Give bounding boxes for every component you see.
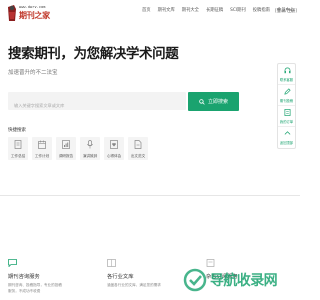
nav-item-library[interactable]: 期刊文库 <box>158 8 175 14</box>
search-icon <box>199 98 205 105</box>
float-item-submit[interactable]: 期刊投稿 <box>278 85 295 106</box>
header: www.dwrv.com 期刊之家 首页 期刊文库 期刊大全 长期征稿 SCI期… <box>0 0 300 28</box>
float-item-service[interactable]: 联系客服 <box>278 64 295 85</box>
search-button[interactable]: 立即搜索 <box>188 92 239 111</box>
book-icon <box>107 259 116 267</box>
hero-subtitle: 加速晋升的不二法宝 <box>8 70 58 76</box>
nav-item-calls[interactable]: 长期征稿 <box>206 8 223 14</box>
float-item-label: 返回顶部 <box>279 141 294 145</box>
watermark-text: 导航收录网 <box>210 273 278 289</box>
watermark-logo-icon <box>183 268 207 292</box>
report-icon <box>62 140 70 149</box>
file-icon <box>134 140 142 149</box>
quick-search-list: 工作总结 工作计划 调研报告 演讲致辞 心得体会 出文范文 <box>8 137 148 160</box>
hero-title: 搜索期刊，为您解决学术问题 <box>8 46 179 62</box>
floating-toolbar: 联系客服 期刊投稿 我的订单 返回顶部 <box>277 63 296 149</box>
quick-item-label: 出文范文 <box>130 154 146 158</box>
pen-icon <box>284 88 291 95</box>
card-desc-library: 涵盖各行业的文库，满足您的需求 <box>107 283 161 287</box>
float-item-label: 期刊投稿 <box>279 99 294 103</box>
quick-item-reflections[interactable]: 心得体会 <box>104 137 124 160</box>
float-item-label: 联系客服 <box>279 78 294 82</box>
logo-domain: www.dwrv.com <box>19 5 46 9</box>
nav-item-home[interactable]: 首页 <box>142 8 151 14</box>
search-button-label: 立即搜索 <box>207 99 228 105</box>
heart-book-icon <box>110 140 118 149</box>
quick-item-label: 心得体会 <box>106 154 122 158</box>
quick-item-work-plan[interactable]: 工作计划 <box>32 137 52 160</box>
card-desc-consult: 期刊咨询、投稿指导，专业的投稿 <box>8 283 62 287</box>
site-logo[interactable]: www.dwrv.com 期刊之家 <box>6 3 58 25</box>
order-icon <box>284 109 291 116</box>
quick-item-templates[interactable]: 出文范文 <box>128 137 148 160</box>
card-desc-consult-line2: 服务，不成功不收费 <box>8 289 41 293</box>
arrow-up-icon <box>284 131 291 135</box>
float-item-top[interactable]: 返回顶部 <box>278 127 295 148</box>
quick-item-research-report[interactable]: 调研报告 <box>56 137 76 160</box>
chat-icon <box>8 259 17 267</box>
quick-item-work-summary[interactable]: 工作总结 <box>8 137 28 160</box>
headset-icon <box>284 67 291 74</box>
login-link[interactable]: [登录/注册] <box>275 8 297 14</box>
card-title-library[interactable]: 各行业文库 <box>107 272 134 280</box>
quick-item-label: 工作计划 <box>34 154 50 158</box>
microphone-icon <box>86 140 94 149</box>
nav-item-sci[interactable]: SCI期刊 <box>230 8 246 14</box>
card-title-consult[interactable]: 期刊咨询服务 <box>8 272 40 280</box>
float-item-orders[interactable]: 我的订单 <box>278 106 295 127</box>
quick-item-label: 演讲致辞 <box>82 154 98 158</box>
search-input[interactable] <box>8 96 186 115</box>
quick-item-speech[interactable]: 演讲致辞 <box>80 137 100 160</box>
quick-item-label: 调研报告 <box>58 154 74 158</box>
float-item-label: 我的订单 <box>279 120 294 124</box>
calendar-icon <box>38 140 46 149</box>
watermark: 导航收录网 <box>180 266 298 294</box>
section-divider <box>0 195 300 196</box>
document-icon <box>14 140 22 149</box>
nav-item-journals[interactable]: 期刊大全 <box>182 8 199 14</box>
logo-title: 期刊之家 <box>19 11 50 20</box>
nav-item-guide[interactable]: 投稿指南 <box>253 8 270 14</box>
quick-item-label: 工作总结 <box>10 154 26 158</box>
logo-emblem-icon <box>8 5 16 21</box>
quick-search-label: 快捷搜索 <box>8 128 26 133</box>
search-box <box>8 92 186 115</box>
